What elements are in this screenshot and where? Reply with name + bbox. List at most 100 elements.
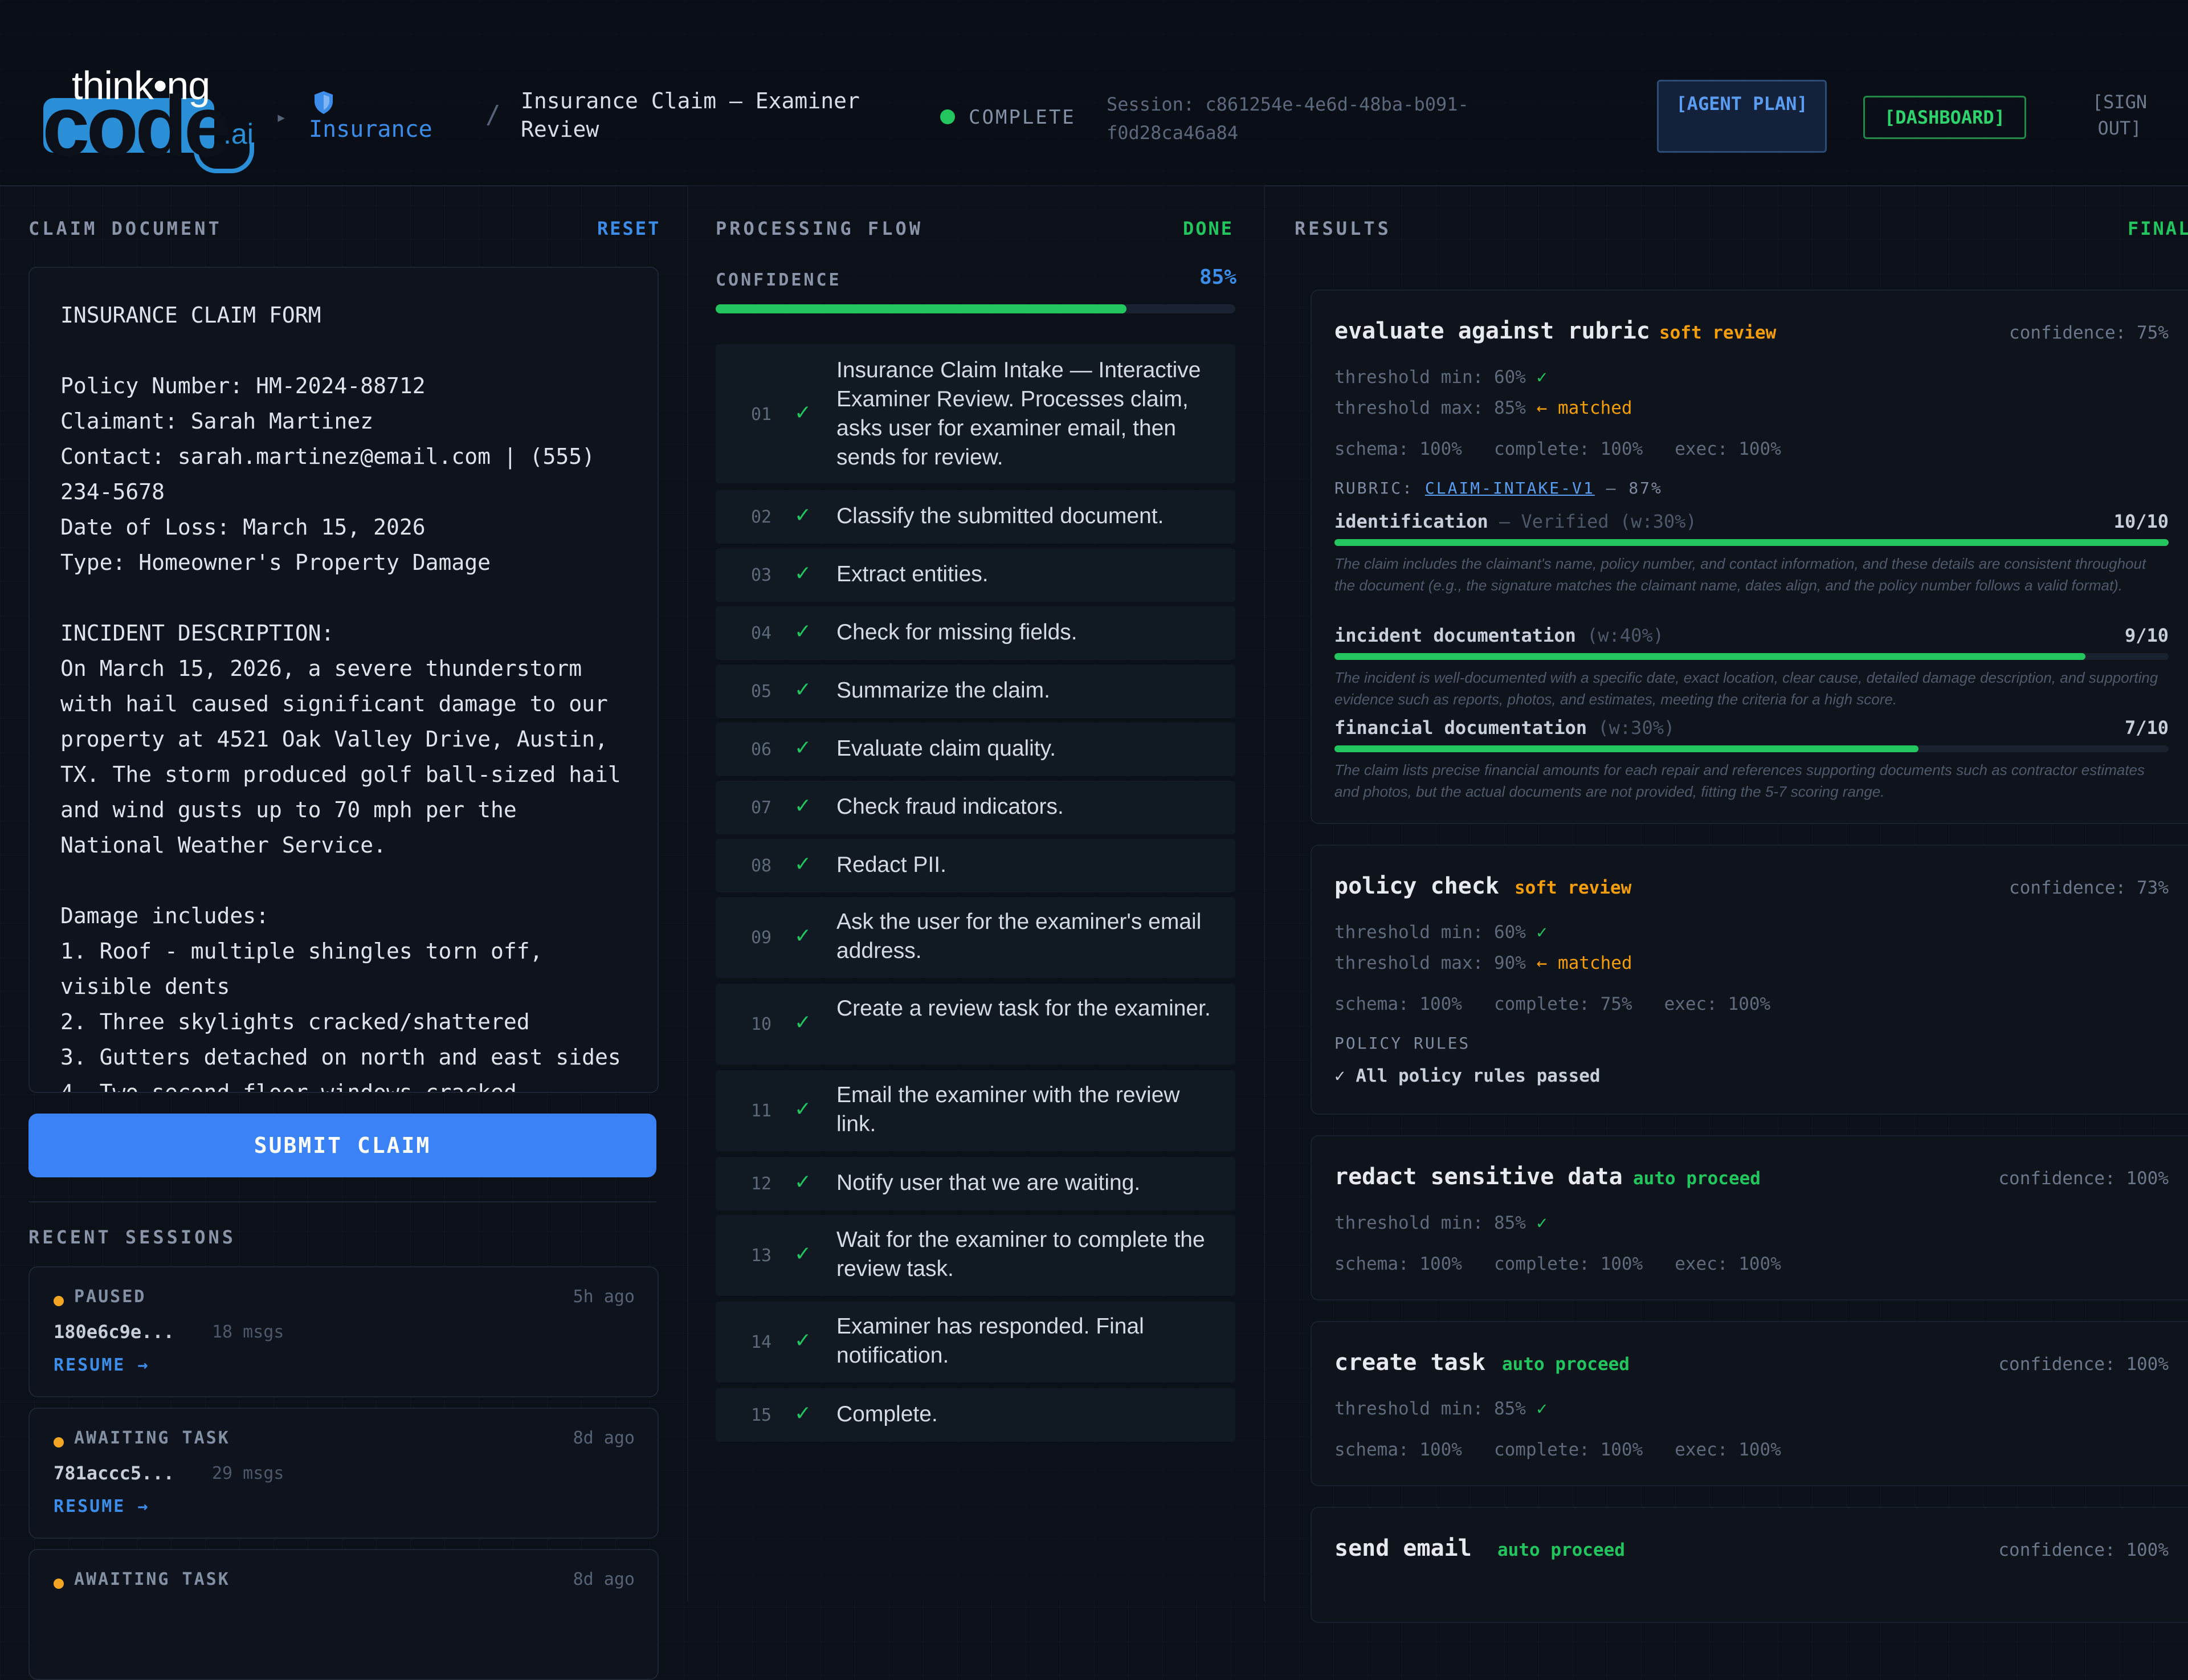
result-title: send email [1334,1535,1472,1561]
flow-step: 14 ✓ Examiner has responded. Final notif… [716,1302,1235,1383]
step-number: 01 [751,405,772,425]
check-icon: ✓ [794,924,812,948]
step-text: Complete. [836,1402,938,1426]
step-text: Summarize the claim. [836,678,1050,703]
top-header: think•ng code .ai ▸ Insurance / Insuranc… [0,0,2188,186]
step-number: 14 [751,1332,772,1352]
criterion-name: incident documentation (w:40%) [1334,625,1664,646]
result-card-evaluate-rubric: evaluate against rubric soft review conf… [1311,289,2188,824]
result-badge: soft review [1515,878,1632,898]
check-icon: ✓ [794,1242,812,1266]
step-number: 05 [751,682,772,702]
session-id: Session: c861254e-4e6d-48ba-b091-f0d28ca… [1107,93,1469,144]
result-metrics: schema: 100% complete: 100% exec: 100% [1334,1440,1781,1460]
step-number: 04 [751,623,772,643]
criterion-bar-fill [1334,653,2085,660]
criterion-description: The incident is well-documented with a s… [1334,669,2158,708]
criterion-description: The claim includes the claimant's name, … [1334,555,2146,594]
resume-link[interactable]: RESUME → [54,1355,150,1375]
check-icon: ✓ [794,794,812,818]
result-title: create task [1334,1349,1485,1376]
result-title: policy check [1334,873,1499,899]
processing-flow-heading: PROCESSING FLOW [716,218,923,239]
session-age: 5h ago [573,1287,635,1307]
step-text: Create a review task for the examiner. [836,996,1211,1021]
result-confidence: confidence: 75% [2009,323,2169,343]
result-confidence: confidence: 73% [2009,878,2169,898]
flow-step: 09 ✓ Ask the user for the examiner's ema… [716,897,1235,978]
rubric-row: RUBRIC: CLAIM-INTAKE-V1 — 87% [1334,479,1663,498]
result-card-policy-check: policy check soft review confidence: 73%… [1311,845,2188,1115]
breadcrumb-insurance[interactable]: Insurance [309,116,432,142]
session-status: AWAITING TASK [74,1428,230,1448]
reset-button[interactable]: RESET [597,218,660,239]
check-icon: ✓ [794,1402,812,1425]
flow-step: 13 ✓ Wait for the examiner to complete t… [716,1215,1235,1296]
result-badge: soft review [1659,323,1777,343]
status-badge: COMPLETE [969,106,1076,129]
check-icon: ✓ [794,504,812,527]
status-dot-icon [54,1296,64,1306]
threshold-max: threshold max: 85% ← matched [1334,398,1632,418]
criterion-name: identification — Verified (w:30%) [1334,511,1697,532]
thinkingcode-logo[interactable]: think•ng code .ai [40,63,256,174]
flow-step: 05 ✓ Summarize the claim. [716,664,1235,718]
confidence-label: CONFIDENCE [716,270,842,290]
claim-document-textarea[interactable]: INSURANCE CLAIM FORM Policy Number: HM-2… [28,267,659,1093]
status-dot-icon [54,1437,64,1447]
policy-rules-label: POLICY RULES [1334,1034,1471,1053]
step-number: 11 [751,1101,772,1121]
breadcrumb-separator: ▸ [276,106,287,128]
result-confidence: confidence: 100% [1998,1354,2169,1375]
claim-document-heading: CLAIM DOCUMENT [28,218,222,239]
step-text: Wait for the examiner to complete the re… [836,1228,1205,1281]
flow-step: 02 ✓ Classify the submitted document. [716,490,1235,544]
threshold-min: threshold min: 85% ✓ [1334,1213,1548,1233]
sign-out-button[interactable]: [SIGN OUT] [2074,89,2165,141]
policy-rules-status: ✓ All policy rules passed [1334,1066,1601,1086]
session-card[interactable]: PAUSED 5h ago 180e6c9e... 18 msgs RESUME… [28,1266,659,1397]
step-number: 15 [751,1405,772,1425]
recent-sessions-heading: RECENT SESSIONS [28,1226,236,1248]
result-metrics: schema: 100% complete: 75% exec: 100% [1334,994,1771,1014]
criterion-bar-fill [1334,539,2169,546]
flow-step: 11 ✓ Email the examiner with the review … [716,1070,1235,1151]
session-status: AWAITING TASK [74,1569,230,1589]
session-msg-count: 18 msgs [212,1322,284,1342]
step-number: 07 [751,798,772,818]
session-status: PAUSED [74,1287,146,1307]
flow-step: 10 ✓ Create a review task for the examin… [716,984,1235,1065]
step-text: Extract entities. [836,562,989,586]
result-card-redact: redact sensitive data auto proceed confi… [1311,1135,2188,1300]
step-text: Insurance Claim Intake — Interactive Exa… [836,358,1201,470]
agent-plan-button[interactable]: [AGENT PLAN] [1657,80,1827,153]
claim-text[interactable]: INSURANCE CLAIM FORM Policy Number: HM-2… [60,297,642,1092]
rubric-link[interactable]: CLAIM-INTAKE-V1 [1425,479,1595,498]
flow-step: 08 ✓ Redact PII. [716,839,1235,892]
check-icon: ✓ [794,736,812,760]
step-text: Notify user that we are waiting. [836,1171,1141,1195]
result-title: evaluate against rubric [1334,318,1650,344]
dashboard-button[interactable]: [DASHBOARD] [1863,96,2026,139]
criterion-bar [1334,539,2169,546]
result-card-create-task: create task auto proceed confidence: 100… [1311,1321,2188,1486]
session-card[interactable]: AWAITING TASK 8d ago 781accc5... 29 msgs… [28,1408,659,1539]
criterion-description: The claim lists precise financial amount… [1334,761,2145,800]
step-number: 13 [751,1246,772,1266]
submit-claim-button[interactable]: SUBMIT CLAIM [28,1114,656,1177]
result-metrics: schema: 100% complete: 100% exec: 100% [1334,439,1781,459]
check-icon: ✓ [794,1171,812,1194]
session-card[interactable]: AWAITING TASK 8d ago [28,1549,659,1680]
step-number: 08 [751,856,772,876]
resume-link[interactable]: RESUME → [54,1496,150,1516]
session-age: 8d ago [573,1569,635,1589]
criterion-bar [1334,653,2169,660]
logo-line2: code [42,78,231,174]
step-text: Examiner has responded. Final notificati… [836,1314,1144,1368]
confidence-value: 85% [1199,266,1236,289]
criterion-score: 9/10 [2124,625,2169,646]
result-title: redact sensitive data [1334,1164,1623,1190]
criterion-bar-fill [1334,745,1918,752]
step-text: Check for missing fields. [836,620,1077,645]
flow-step: 06 ✓ Evaluate claim quality. [716,723,1235,776]
